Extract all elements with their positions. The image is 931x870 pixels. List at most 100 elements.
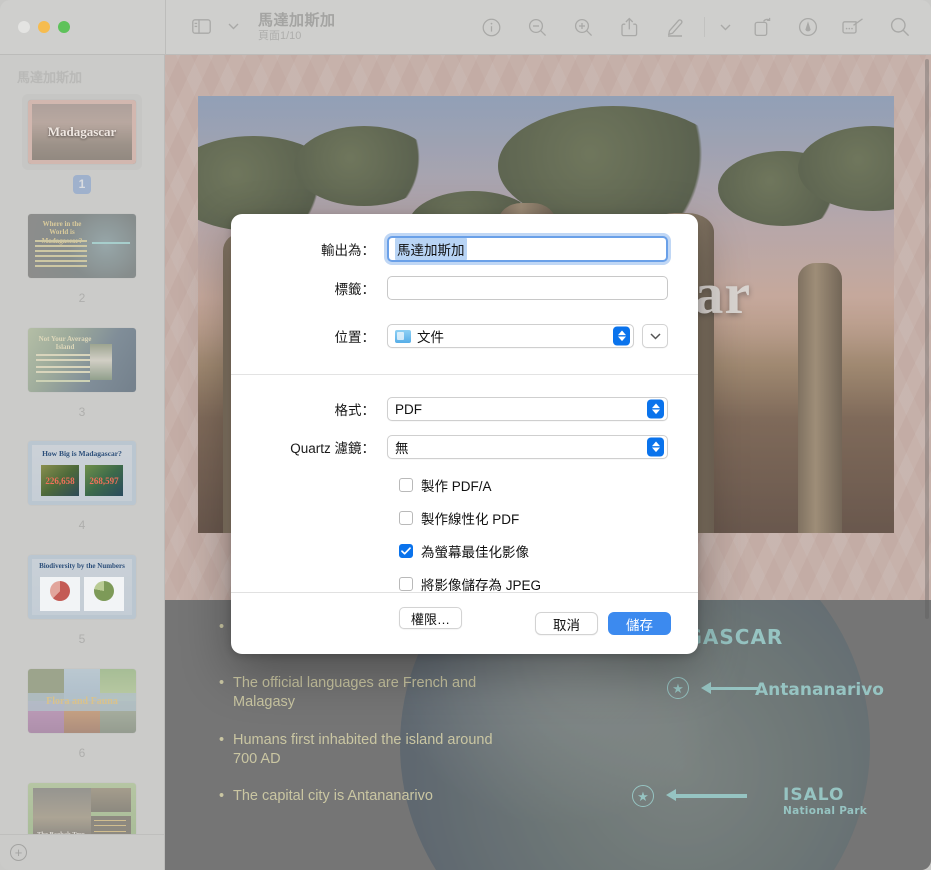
thumbnail-title: Not Your Average Island bbox=[36, 335, 94, 352]
thumbnail-map-right: 268,597 bbox=[85, 465, 123, 496]
thumbnail-item[interactable]: Not Your Average Island 3 bbox=[0, 322, 164, 422]
sidebar-title: 馬達加斯加 bbox=[0, 55, 164, 94]
share-icon[interactable] bbox=[612, 12, 646, 42]
sidebar-toggle-icon[interactable] bbox=[184, 12, 218, 42]
thumbnail-number: 1 bbox=[73, 175, 92, 194]
save-button[interactable]: 儲存 bbox=[608, 612, 671, 635]
export-as-label: 輸出為： bbox=[261, 239, 387, 259]
page-indicator: 頁面1/10 bbox=[258, 30, 336, 43]
thumbnail-title: How Big is Madagascar? bbox=[28, 449, 136, 458]
stepper-icon[interactable] bbox=[647, 438, 664, 457]
slide-thumbnail-4: How Big is Madagascar? 226,658 268,597 bbox=[28, 441, 136, 505]
scrollbar-thumb[interactable] bbox=[925, 59, 929, 619]
format-popup-button[interactable]: PDF bbox=[387, 397, 668, 421]
map-label-park-line1: ISALO bbox=[783, 785, 844, 805]
preview-window: 馬達加斯加 頁面1/10 bbox=[0, 0, 931, 870]
thumbnail-photo-small bbox=[91, 788, 131, 812]
sidebar-chevron-down-icon[interactable] bbox=[224, 12, 242, 42]
location-popup-button[interactable]: 文件 bbox=[387, 324, 634, 348]
map-label-park-line2: National Park bbox=[783, 805, 867, 817]
checkbox-create-pdfa[interactable]: 製作 PDF/A bbox=[261, 475, 668, 495]
checkbox-box[interactable] bbox=[399, 511, 413, 525]
zoom-in-icon[interactable] bbox=[566, 12, 600, 42]
slide-thumbnail-6: Flora and Fauna bbox=[28, 669, 136, 733]
vertical-scrollbar[interactable] bbox=[923, 55, 931, 655]
sidebar-footer: + bbox=[0, 834, 164, 870]
stepper-icon[interactable] bbox=[647, 400, 664, 419]
thumbnail-item[interactable]: How Big is Madagascar? 226,658 268,597 4 bbox=[0, 435, 164, 535]
thumbnail-number: 2 bbox=[73, 289, 92, 308]
thumbnail-item[interactable]: Flora and Fauna 6 bbox=[0, 663, 164, 763]
quartz-filter-popup-button[interactable]: 無 bbox=[387, 435, 668, 459]
arrow-icon bbox=[675, 794, 747, 798]
thumbnail-number: 3 bbox=[73, 403, 92, 422]
info-icon[interactable] bbox=[474, 12, 508, 42]
map-label-capital: Antananarivo bbox=[755, 680, 884, 700]
checkbox-create-linearized-pdf[interactable]: 製作線性化 PDF bbox=[261, 508, 668, 528]
thumbnail-item[interactable]: Where in the World is Madagascar? 2 bbox=[0, 208, 164, 308]
slide-thumbnail-1: Madagascar bbox=[28, 100, 136, 164]
thumbnail-frame[interactable]: How Big is Madagascar? 226,658 268,597 bbox=[22, 435, 142, 511]
cancel-button[interactable]: 取消 bbox=[535, 612, 598, 635]
checkbox-save-images-as-jpeg[interactable]: 將影像儲存為 JPEG bbox=[261, 574, 668, 594]
export-save-sheet: 輸出為： 馬達加斯加 標籤： 位置： 文件 bbox=[231, 214, 698, 654]
sheet-top-section: 輸出為： 馬達加斯加 標籤： 位置： 文件 bbox=[231, 214, 698, 348]
quartz-filter-label: Quartz 濾鏡： bbox=[261, 437, 387, 457]
stepper-icon[interactable] bbox=[613, 327, 630, 346]
search-icon[interactable] bbox=[883, 12, 917, 42]
thumbnail-map-marks bbox=[92, 242, 130, 244]
thumbnail-frame[interactable]: Where in the World is Madagascar? bbox=[22, 208, 142, 284]
thumbnail-sidebar[interactable]: 馬達加斯加 Madagascar 1 Where in the World is… bbox=[0, 55, 165, 870]
quartz-filter-value: 無 bbox=[395, 437, 409, 457]
thumbnail-chart-right bbox=[84, 577, 124, 611]
export-as-input[interactable]: 馬達加斯加 bbox=[387, 236, 668, 262]
thumbnail-item[interactable]: Biodiversity by the Numbers 5 bbox=[0, 549, 164, 649]
star-marker-icon: ★ bbox=[632, 785, 654, 807]
toolbar-separator bbox=[704, 17, 705, 37]
highlight-icon[interactable] bbox=[791, 12, 825, 42]
thumbnail-chart-left bbox=[40, 577, 80, 611]
toolbar: 馬達加斯加 頁面1/10 bbox=[0, 0, 931, 55]
checkbox-optimize-for-screen[interactable]: 為螢幕最佳化影像 bbox=[261, 541, 668, 561]
checkbox-box-checked[interactable] bbox=[399, 544, 413, 558]
thumbnail-frame[interactable]: Biodiversity by the Numbers bbox=[22, 549, 142, 625]
checkbox-label: 製作線性化 PDF bbox=[421, 508, 519, 528]
thumbnail-number: 5 bbox=[73, 630, 92, 649]
thumbnail-frame[interactable]: Not Your Average Island bbox=[22, 322, 142, 398]
thumbnail-frame-selected[interactable]: Madagascar bbox=[22, 94, 142, 170]
thumbnail-number: 4 bbox=[73, 516, 92, 535]
thumbnail-frame[interactable]: Flora and Fauna bbox=[22, 663, 142, 739]
plus-circle-icon[interactable]: + bbox=[10, 844, 27, 861]
markup-pen-icon[interactable] bbox=[658, 12, 692, 42]
rotate-icon[interactable] bbox=[745, 12, 779, 42]
zoom-button[interactable] bbox=[58, 21, 70, 33]
thumbnail-item[interactable]: Madagascar 1 bbox=[0, 94, 164, 194]
location-value: 文件 bbox=[417, 326, 444, 346]
location-label: 位置： bbox=[261, 326, 387, 346]
thumbnail-text-lines bbox=[35, 240, 87, 242]
close-button[interactable] bbox=[18, 21, 30, 33]
thumbnail-list: Madagascar 1 Where in the World is Madag… bbox=[0, 94, 164, 870]
zoom-out-icon[interactable] bbox=[520, 12, 554, 42]
thumbnail-number: 6 bbox=[73, 744, 92, 763]
slide-thumbnail-2: Where in the World is Madagascar? bbox=[28, 214, 136, 278]
tags-row: 標籤： bbox=[261, 276, 668, 300]
tags-label: 標籤： bbox=[261, 278, 387, 298]
toolbar-title-block: 馬達加斯加 頁面1/10 bbox=[258, 12, 336, 43]
map-label-park: ISALO National Park bbox=[783, 785, 867, 817]
expand-chevron-down-icon[interactable] bbox=[642, 324, 668, 348]
quartz-filter-row: Quartz 濾鏡： 無 bbox=[261, 435, 668, 459]
document-title: 馬達加斯加 bbox=[258, 12, 336, 29]
checkbox-box[interactable] bbox=[399, 478, 413, 492]
slide-thumbnail-5: Biodiversity by the Numbers bbox=[28, 555, 136, 619]
thumbnail-title: Flora and Fauna bbox=[28, 693, 136, 711]
window-controls bbox=[0, 21, 165, 33]
minimize-button[interactable] bbox=[38, 21, 50, 33]
signature-icon[interactable] bbox=[837, 12, 871, 42]
toolbar-right-group bbox=[474, 12, 931, 42]
checkbox-box[interactable] bbox=[399, 577, 413, 591]
folder-icon bbox=[395, 330, 411, 343]
sheet-options-section: 格式： PDF Quartz 濾鏡： 無 bbox=[231, 375, 698, 629]
tags-input[interactable] bbox=[387, 276, 668, 300]
chevron-down-icon[interactable] bbox=[717, 12, 733, 42]
